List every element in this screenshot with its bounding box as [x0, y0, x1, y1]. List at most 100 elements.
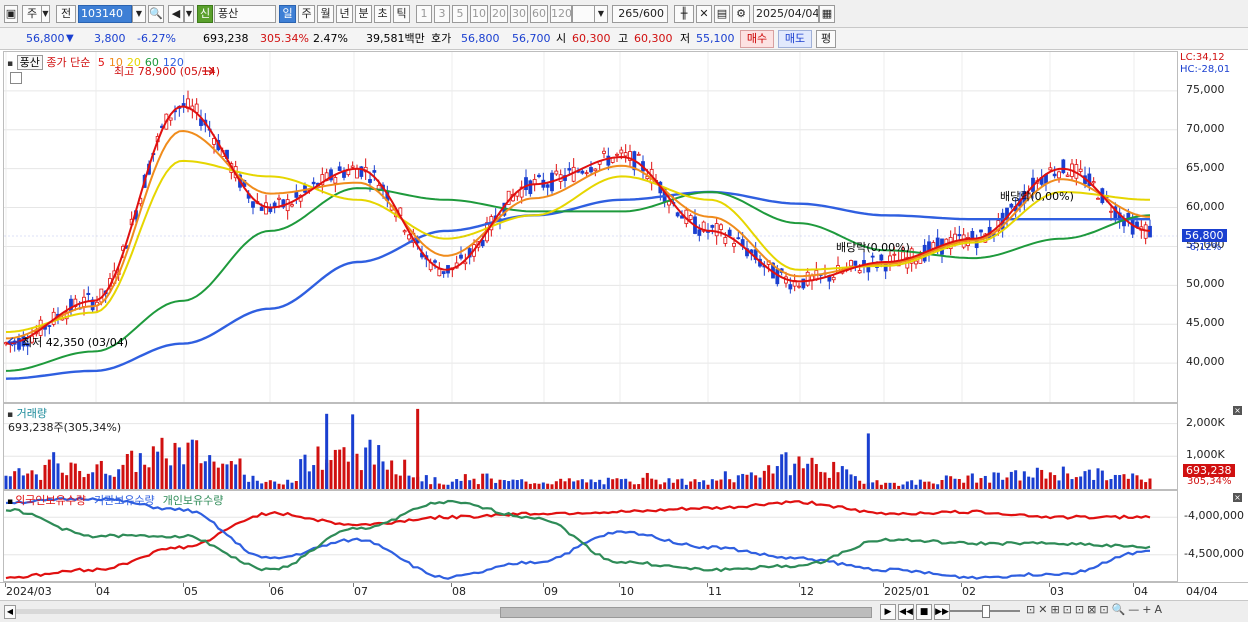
interval-tab[interactable]: 30 [510, 5, 528, 23]
sell-button[interactable]: 매도 [778, 30, 812, 48]
volume-bar [719, 479, 723, 489]
lc-label: LC:34,12 [1180, 52, 1225, 63]
grid-icon[interactable]: ⊞ [1050, 603, 1059, 616]
volume-bar [281, 484, 285, 489]
buy-button[interactable]: 매수 [740, 30, 774, 48]
chevron-down-icon[interactable]: ▼ [132, 5, 146, 23]
interval-tab[interactable]: 20 [490, 5, 508, 23]
zoom-out-icon[interactable]: — [1128, 603, 1139, 616]
interval-tab[interactable]: 10 [470, 5, 488, 23]
period-tab[interactable]: 일 [279, 5, 296, 23]
candle-body [407, 234, 411, 240]
count-field[interactable]: 265/600 [612, 5, 668, 23]
volume-bar [910, 480, 914, 489]
line-tool-icon[interactable]: ⊡ [1063, 603, 1072, 616]
cursor-icon[interactable]: ⊡ [1026, 603, 1035, 616]
volume-bar [593, 482, 597, 489]
volume-bar [840, 466, 844, 489]
interval-tab[interactable]: 120 [550, 5, 572, 23]
stop-icon[interactable]: ■ [916, 604, 932, 620]
table-icon[interactable] [10, 72, 22, 84]
candle-icon[interactable]: ╫ [674, 5, 694, 23]
crosshair-icon[interactable]: ✕ [1038, 603, 1047, 616]
x-tick-mark [353, 583, 354, 587]
candle-body [853, 260, 858, 266]
volume-bar [433, 477, 437, 489]
interval-tab[interactable]: 60 [530, 5, 548, 23]
volume-bar [624, 478, 628, 489]
save-icon[interactable]: ▤ [714, 5, 730, 23]
candle-body [537, 174, 541, 178]
candle-body [554, 170, 559, 175]
prev-button[interactable]: 전 [56, 5, 76, 23]
volume-bar [238, 458, 242, 489]
volume-bar [936, 484, 940, 489]
period-tab[interactable]: 초 [374, 5, 391, 23]
close-icon[interactable]: × [1233, 493, 1242, 502]
fib-tool-icon[interactable]: ⊡ [1075, 603, 1084, 616]
holdings-legend-item: 기관보유수량 [93, 494, 155, 507]
scroll-left-icon[interactable]: ◀ [4, 605, 16, 619]
interval-tab[interactable]: 5 [452, 5, 468, 23]
zoom-in-icon[interactable]: + [1142, 603, 1151, 616]
volume-bar [299, 459, 303, 489]
rewind-icon[interactable]: ◀◀ [898, 604, 914, 620]
volume-bar [1057, 480, 1061, 489]
volume-bar [905, 481, 909, 489]
volume-bar [1118, 475, 1122, 489]
volume-bar [498, 479, 502, 489]
gear-icon[interactable]: ⚙ [732, 5, 750, 23]
low-price: 55,100 [696, 32, 735, 45]
volume-chart[interactable] [4, 404, 1177, 489]
play-icon[interactable]: ▶ [880, 604, 896, 620]
price-chart[interactable]: 최고 78,900 (05/14)최저 42,350 (03/04)배당락(0,… [4, 52, 1177, 402]
stock-name-field[interactable]: 풍산 [214, 5, 276, 23]
date-field[interactable]: 2025/04/04 [753, 5, 819, 23]
candle-body [602, 150, 606, 154]
chevron-down-icon[interactable]: ▼ [42, 5, 50, 23]
x-tick-label: 07 [354, 585, 368, 598]
volume-panel[interactable]: ▪ 거래량 693,238주(305,34%) [3, 403, 1178, 490]
volume-bar [30, 470, 34, 489]
forward-icon[interactable]: ▶▶ [934, 604, 950, 620]
window-icon[interactable]: ▣ [4, 5, 18, 23]
y-tick-label: 45,000 [1186, 316, 1225, 330]
period-mode-select[interactable]: 주 [22, 5, 42, 23]
period-tab[interactable]: 주 [298, 5, 315, 23]
scrollbar-thumb[interactable] [500, 607, 872, 618]
volume-bar [1074, 477, 1078, 489]
period-tab[interactable]: 분 [355, 5, 372, 23]
candle-body [264, 202, 268, 215]
speaker-icon[interactable]: ◀ [168, 5, 184, 23]
price-panel[interactable]: 최고 78,900 (05/14) 최저 42,350 (03/04) 배당락(0,… [3, 51, 1178, 403]
holdings-panel[interactable]: ▪ 외국인보유수량 기관보유수량 개인보유수량 [3, 490, 1178, 582]
text-tool-icon[interactable]: ⊠ [1087, 603, 1096, 616]
candle-body [710, 225, 715, 228]
magnifier-icon[interactable]: 🔍 [1112, 603, 1126, 616]
period-tab[interactable]: 년 [336, 5, 353, 23]
eval-button[interactable]: 평 [816, 30, 836, 48]
candle-body [47, 325, 52, 327]
tools-icon[interactable]: ✕ [696, 5, 712, 23]
y-tick-label: 40,000 [1186, 355, 1225, 369]
candle-body [805, 271, 810, 286]
candle-body [355, 168, 359, 179]
volume-bar [1083, 471, 1087, 489]
period-tab[interactable]: 월 [317, 5, 334, 23]
interval-tab[interactable]: 3 [434, 5, 450, 23]
calendar-icon[interactable]: ▦ [819, 5, 835, 23]
copy-icon[interactable]: ⊡ [1099, 603, 1108, 616]
chevron-down-icon[interactable]: ▼ [184, 5, 194, 23]
period-tab[interactable]: 틱 [393, 5, 410, 23]
close-icon[interactable]: × [1233, 406, 1242, 415]
search-icon[interactable]: 🔍 [148, 5, 164, 23]
candle-body [1061, 159, 1066, 174]
zoom-slider-handle[interactable] [982, 605, 990, 618]
stock-code-input[interactable]: 103140 [78, 5, 132, 23]
volume-bar [953, 478, 957, 489]
stock-tag[interactable]: 풍산 [16, 55, 43, 70]
font-icon[interactable]: A [1154, 603, 1162, 616]
interval-tab[interactable]: 1 [416, 5, 432, 23]
chevron-down-icon[interactable]: ▼ [594, 5, 608, 23]
ask-price: 56,800 [461, 32, 500, 45]
